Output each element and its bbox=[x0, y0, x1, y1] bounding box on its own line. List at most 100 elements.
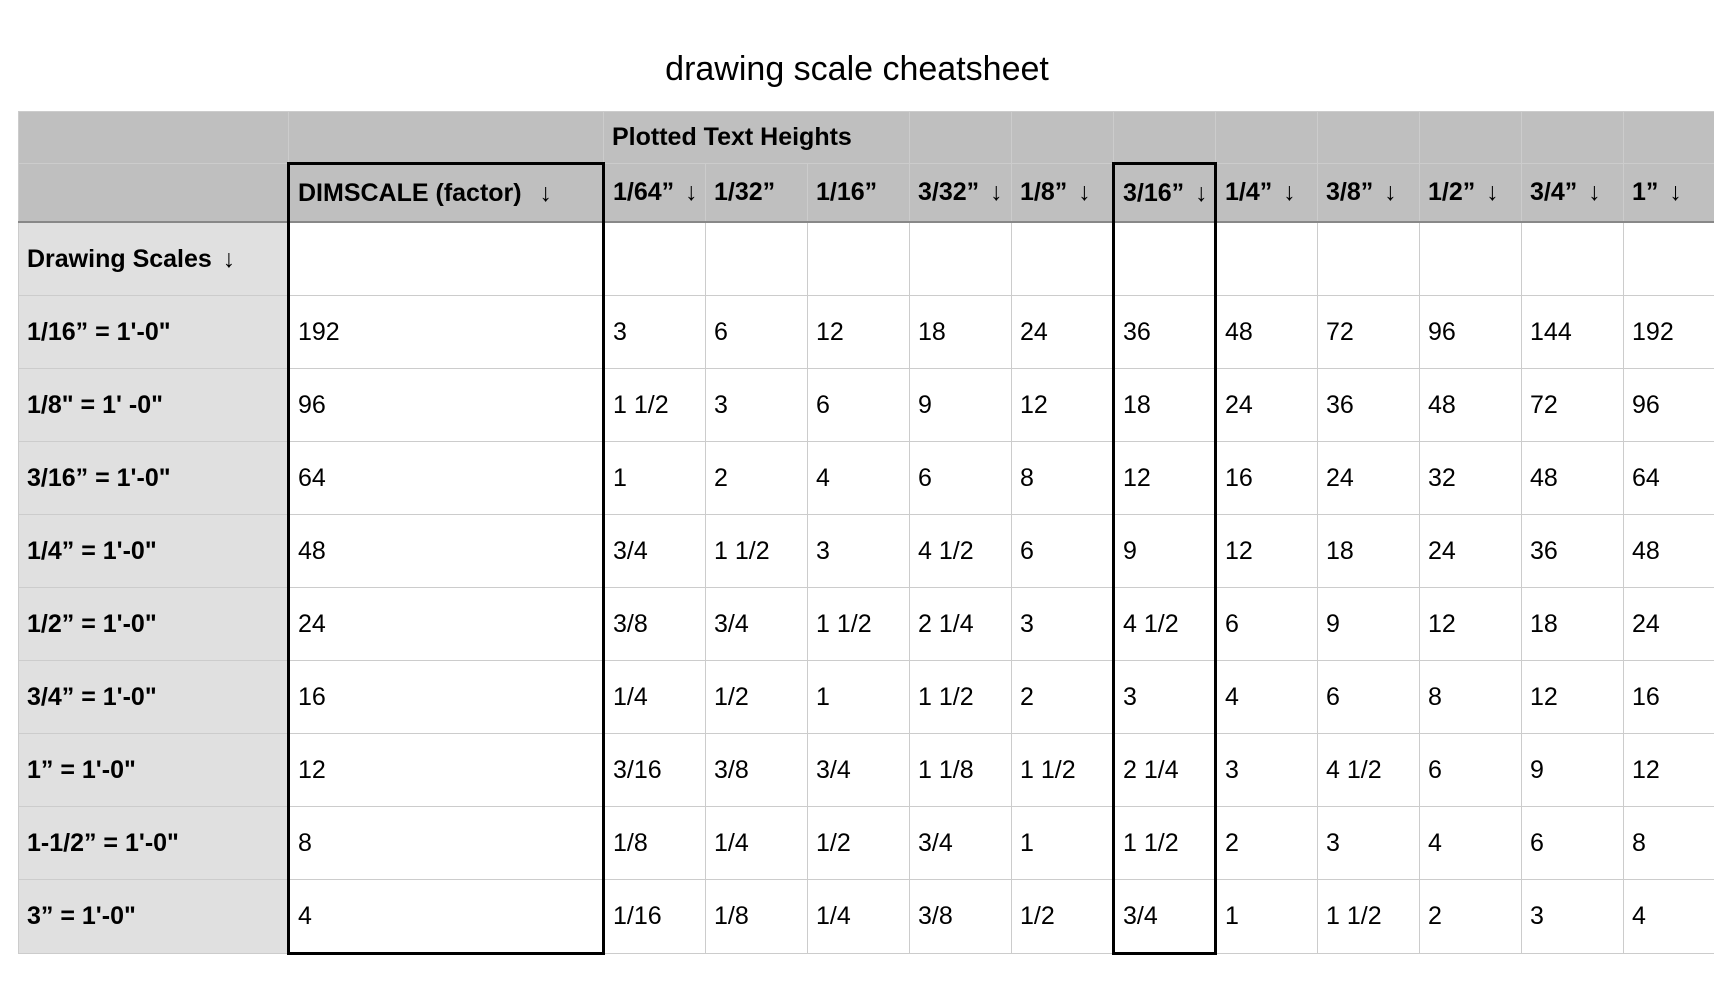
cell-value: 12 bbox=[1216, 515, 1318, 588]
cell-value: 8 bbox=[1624, 807, 1714, 880]
cell-value: 24 bbox=[1420, 515, 1522, 588]
cell-value: 6 bbox=[1318, 661, 1420, 734]
cell-value: 6 bbox=[808, 369, 910, 442]
cell-value: 1/8 bbox=[604, 807, 706, 880]
cell-value: 3/4 bbox=[808, 734, 910, 807]
cell-value: 9 bbox=[1522, 734, 1624, 807]
cell-spacer bbox=[1522, 222, 1624, 296]
cell-value: 12 bbox=[1624, 734, 1714, 807]
row-label: 1” = 1'-0" bbox=[19, 734, 289, 807]
cell-value: 18 bbox=[1114, 369, 1216, 442]
cell-value: 12 bbox=[1114, 442, 1216, 515]
cell-value: 24 bbox=[1318, 442, 1420, 515]
cell-value: 4 bbox=[808, 442, 910, 515]
col-header-1-16: 1/16” bbox=[808, 164, 910, 223]
cell-value: 6 bbox=[1420, 734, 1522, 807]
col-header-1: 1” ↓ bbox=[1624, 164, 1714, 223]
cell-value: 4 1/2 bbox=[1318, 734, 1420, 807]
cell-value: 18 bbox=[910, 296, 1012, 369]
cell-value: 18 bbox=[1318, 515, 1420, 588]
cell-value: 1 1/8 bbox=[910, 734, 1012, 807]
cell-value: 4 bbox=[1420, 807, 1522, 880]
table-row: 1/8" = 1' -0"961 1/236912182436487296 bbox=[19, 369, 1714, 442]
cell-value: 12 bbox=[808, 296, 910, 369]
cell-dimscale: 96 bbox=[289, 369, 604, 442]
cell-value: 1 bbox=[1012, 807, 1114, 880]
cell-spacer bbox=[1114, 222, 1216, 296]
cell-value: 1 1/2 bbox=[808, 588, 910, 661]
cell-value: 3/4 bbox=[706, 588, 808, 661]
table-row: 1/4” = 1'-0"483/41 1/234 1/2691218243648 bbox=[19, 515, 1714, 588]
row-label: 1/4” = 1'-0" bbox=[19, 515, 289, 588]
scale-table: Plotted Text Heights DIMSCALE (factor) ↓… bbox=[18, 111, 1714, 955]
cell-value: 1/4 bbox=[706, 807, 808, 880]
cell-value: 2 bbox=[706, 442, 808, 515]
cell-value: 6 bbox=[910, 442, 1012, 515]
cell-value: 8 bbox=[1012, 442, 1114, 515]
cell-value: 6 bbox=[1012, 515, 1114, 588]
cell-value: 16 bbox=[1216, 442, 1318, 515]
cell-value: 3/4 bbox=[604, 515, 706, 588]
cell-spacer bbox=[706, 222, 808, 296]
row-axis-label: Drawing Scales ↓ bbox=[19, 222, 289, 296]
cell-value: 3 bbox=[808, 515, 910, 588]
cell-value: 3/8 bbox=[910, 880, 1012, 954]
cell-value: 3/4 bbox=[910, 807, 1012, 880]
cell-value: 3 bbox=[706, 369, 808, 442]
cell-dimscale-spacer bbox=[289, 222, 604, 296]
cell-value: 3 bbox=[604, 296, 706, 369]
table-row: 1-1/2” = 1'-0"81/81/41/23/411 1/223468 bbox=[19, 807, 1714, 880]
cell-spacer bbox=[1012, 222, 1114, 296]
cell-value: 48 bbox=[1216, 296, 1318, 369]
cell-value: 1 1/2 bbox=[1114, 807, 1216, 880]
table-row: 1/2” = 1'-0"243/83/41 1/22 1/434 1/26912… bbox=[19, 588, 1714, 661]
cell-value: 6 bbox=[1522, 807, 1624, 880]
cell-value: 32 bbox=[1420, 442, 1522, 515]
cell-value: 36 bbox=[1114, 296, 1216, 369]
cell-value: 18 bbox=[1522, 588, 1624, 661]
col-header-dimscale: DIMSCALE (factor) ↓ bbox=[289, 164, 604, 223]
cell-value: 24 bbox=[1216, 369, 1318, 442]
cell-value: 96 bbox=[1420, 296, 1522, 369]
cell-spacer bbox=[1318, 222, 1420, 296]
cell-spacer bbox=[1216, 222, 1318, 296]
cell-value: 24 bbox=[1624, 588, 1714, 661]
cell-value: 12 bbox=[1012, 369, 1114, 442]
cell-dimscale: 24 bbox=[289, 588, 604, 661]
cell-value: 12 bbox=[1522, 661, 1624, 734]
cell-value: 192 bbox=[1624, 296, 1714, 369]
col-header-1-2: 1/2” ↓ bbox=[1420, 164, 1522, 223]
col-header-3-4: 3/4” ↓ bbox=[1522, 164, 1624, 223]
cell-spacer bbox=[808, 222, 910, 296]
cell-value: 3 bbox=[1114, 661, 1216, 734]
cell-value: 1 1/2 bbox=[1012, 734, 1114, 807]
row-label: 1/16” = 1'-0" bbox=[19, 296, 289, 369]
cell-value: 3 bbox=[1012, 588, 1114, 661]
cell-value: 3/8 bbox=[604, 588, 706, 661]
col-header-1-64: 1/64” ↓ bbox=[604, 164, 706, 223]
col-header-1-32: 1/32” bbox=[706, 164, 808, 223]
cell-value: 2 1/4 bbox=[1114, 734, 1216, 807]
col-header-3-8: 3/8” ↓ bbox=[1318, 164, 1420, 223]
cell-dimscale: 64 bbox=[289, 442, 604, 515]
cell-value: 1 bbox=[808, 661, 910, 734]
col-group-plotted-text-heights: Plotted Text Heights bbox=[604, 112, 910, 164]
cell-value: 1 bbox=[1216, 880, 1318, 954]
cell-spacer bbox=[1624, 222, 1714, 296]
cell-value: 4 bbox=[1624, 880, 1714, 954]
cell-spacer bbox=[604, 222, 706, 296]
cell-dimscale: 4 bbox=[289, 880, 604, 954]
cell-value: 4 1/2 bbox=[910, 515, 1012, 588]
cell-dimscale: 192 bbox=[289, 296, 604, 369]
row-axis-header: Drawing Scales ↓ bbox=[19, 222, 1714, 296]
table-row: 1” = 1'-0"123/163/83/41 1/81 1/22 1/434 … bbox=[19, 734, 1714, 807]
cell-value: 3 bbox=[1216, 734, 1318, 807]
cell-value: 3 bbox=[1522, 880, 1624, 954]
cell-value: 1 1/2 bbox=[706, 515, 808, 588]
cell-value: 16 bbox=[1624, 661, 1714, 734]
cell-value: 2 bbox=[1216, 807, 1318, 880]
col-header-1-8: 1/8” ↓ bbox=[1012, 164, 1114, 223]
cell-value: 6 bbox=[706, 296, 808, 369]
cell-value: 9 bbox=[910, 369, 1012, 442]
cell-value: 1/4 bbox=[808, 880, 910, 954]
